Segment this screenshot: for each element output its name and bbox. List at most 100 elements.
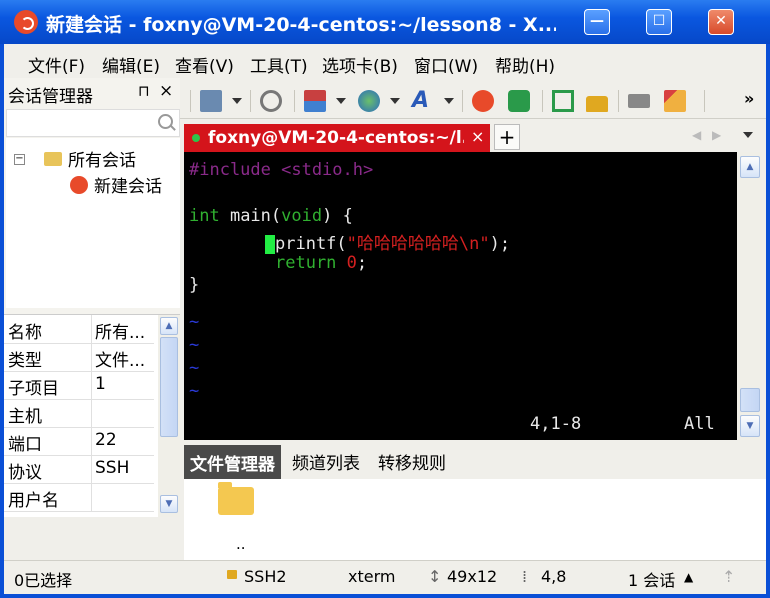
- prop-value: 所有...: [95, 323, 146, 343]
- prop-value: 22: [95, 430, 117, 450]
- vim-tilde: ~: [189, 358, 200, 378]
- tab-label: foxny@VM-20-4-centos:~/l...: [208, 128, 464, 148]
- parent-directory-label[interactable]: ..: [236, 535, 246, 553]
- vim-tilde: ~: [189, 335, 200, 355]
- code-text: ;: [356, 253, 368, 273]
- menu-view[interactable]: 查看(V): [175, 52, 234, 77]
- code-keyword: void: [281, 206, 323, 226]
- lock-icon[interactable]: [586, 96, 608, 112]
- terminal-type-status: xterm: [348, 567, 396, 586]
- scroll-thumb[interactable]: [160, 337, 178, 437]
- scroll-thumb[interactable]: [740, 388, 760, 412]
- prop-key: 类型: [8, 351, 42, 371]
- code-text: ) {: [322, 206, 353, 226]
- table-row: 端口 22: [4, 427, 154, 456]
- session-manager-title: 会话管理器: [8, 87, 93, 107]
- prop-key: 用户名: [8, 491, 59, 511]
- close-window-button[interactable]: ✕: [708, 9, 734, 35]
- keyboard-icon[interactable]: [628, 94, 650, 108]
- menu-edit[interactable]: 编辑(E): [102, 52, 160, 77]
- vim-cursor-position: 4,1-8: [530, 414, 582, 434]
- tree-collapse-icon[interactable]: −: [14, 154, 25, 165]
- lock-icon: [227, 570, 237, 579]
- layout-dropdown-icon[interactable]: [336, 98, 346, 104]
- tab-next-icon[interactable]: ▶: [712, 128, 721, 142]
- cursor-icon: ⁞: [522, 567, 528, 586]
- bottom-tab-bar: 文件管理器 频道列表 转移规则: [184, 443, 766, 480]
- tab-prev-icon[interactable]: ◀: [692, 128, 701, 142]
- toolbar-overflow-icon[interactable]: »: [744, 90, 766, 112]
- menu-tools[interactable]: 工具(T): [250, 52, 308, 77]
- tab-close-icon[interactable]: ×: [471, 127, 484, 146]
- globe-icon[interactable]: [358, 90, 380, 112]
- close-panel-icon[interactable]: ×: [159, 81, 173, 101]
- menu-help[interactable]: 帮助(H): [495, 52, 555, 77]
- vim-tilde: ~: [189, 312, 200, 332]
- scroll-down-icon[interactable]: ▼: [160, 495, 178, 513]
- pin-icon[interactable]: ⊓: [138, 82, 150, 100]
- upload-arrow-icon[interactable]: ⇡: [722, 567, 735, 586]
- session-search-input[interactable]: [6, 109, 180, 137]
- layout-icon[interactable]: [304, 90, 326, 112]
- tree-item-new-session[interactable]: 新建会话: [94, 172, 162, 197]
- xshell-icon[interactable]: [472, 90, 494, 112]
- prop-value: SSH: [95, 458, 130, 478]
- tree-item-all-sessions[interactable]: 所有会话: [68, 146, 136, 171]
- terminal[interactable]: #include <stdio.h> int main(void) { prin…: [184, 152, 737, 440]
- properties-table: 名称 所有... 类型 文件... 子项目 1 主机 端口 22 协议 SSH 用户名 ▲…: [4, 314, 180, 517]
- font-dropdown-icon[interactable]: [444, 98, 454, 104]
- resize-icon: ↕: [428, 567, 442, 586]
- tab-transfer-rules[interactable]: 转移规则: [378, 449, 446, 474]
- tab-channel-list[interactable]: 频道列表: [292, 449, 360, 474]
- menu-tabs[interactable]: 选项卡(B): [322, 52, 398, 77]
- globe-dropdown-icon[interactable]: [390, 98, 400, 104]
- status-bar: 0已选择 SSH2 xterm ↕ 49x12 ⁞ 4,8 1 会话 ▲ ⇡: [4, 560, 766, 591]
- terminal-scrollbar[interactable]: ▲ ▼: [737, 152, 762, 440]
- session-count-status[interactable]: 1 会话: [628, 567, 675, 591]
- vim-tilde: ~: [189, 381, 200, 401]
- prop-key: 子项目: [8, 379, 59, 399]
- terminal-cursor: [265, 234, 275, 254]
- xftp-icon[interactable]: [508, 90, 530, 112]
- maximize-button[interactable]: ☐: [646, 9, 672, 35]
- prop-value: 1: [95, 374, 106, 394]
- tab-list-dropdown-icon[interactable]: [743, 132, 753, 138]
- title-bar[interactable]: 新建会话 - foxny@VM-20-4-centos:~/lesson8 - …: [0, 0, 770, 44]
- session-count-up-icon[interactable]: ▲: [684, 570, 693, 584]
- add-tab-button[interactable]: +: [494, 124, 520, 150]
- scroll-up-icon[interactable]: ▲: [740, 156, 760, 178]
- cursor-position-status: 4,8: [541, 567, 567, 586]
- code-main-line: int main(void) {: [189, 206, 353, 226]
- file-manager-pane: ..: [184, 479, 766, 560]
- properties-icon[interactable]: [200, 90, 222, 112]
- minimize-button[interactable]: —: [584, 9, 610, 35]
- code-text: printf(: [275, 234, 347, 254]
- terminal-size-status: 49x12: [447, 567, 498, 586]
- prop-value: 文件...: [95, 351, 146, 371]
- window-title: 新建会话 - foxny@VM-20-4-centos:~/lesson8 - …: [46, 14, 556, 36]
- highlight-icon[interactable]: [664, 90, 686, 112]
- code-return-line: return 0;: [275, 253, 367, 273]
- menu-window[interactable]: 窗口(W): [414, 52, 478, 77]
- scroll-up-icon[interactable]: ▲: [160, 317, 178, 335]
- table-row: 子项目 1: [4, 371, 154, 400]
- vim-scroll-indicator: All: [684, 414, 715, 434]
- search-icon[interactable]: [158, 114, 173, 129]
- code-close-brace: }: [189, 275, 200, 295]
- session-tree: − 所有会话 新建会话: [6, 138, 180, 308]
- menu-file[interactable]: 文件(F): [28, 52, 85, 77]
- font-icon[interactable]: A: [412, 90, 434, 112]
- selection-status: 0已选择: [14, 571, 73, 590]
- properties-scrollbar[interactable]: ▲ ▼: [158, 315, 180, 517]
- search-tool-icon[interactable]: [260, 90, 282, 112]
- tab-session[interactable]: foxny@VM-20-4-centos:~/l... ×: [184, 124, 490, 152]
- folder-icon[interactable]: [218, 482, 254, 515]
- properties-dropdown-icon[interactable]: [232, 98, 242, 104]
- code-keyword: return: [275, 253, 337, 273]
- tab-file-manager[interactable]: 文件管理器: [184, 445, 281, 480]
- session-icon: [70, 176, 88, 194]
- code-include: #include <stdio.h>: [189, 160, 374, 180]
- table-row: 用户名: [4, 483, 154, 512]
- scroll-down-icon[interactable]: ▼: [740, 415, 760, 437]
- fullscreen-icon[interactable]: [552, 90, 574, 112]
